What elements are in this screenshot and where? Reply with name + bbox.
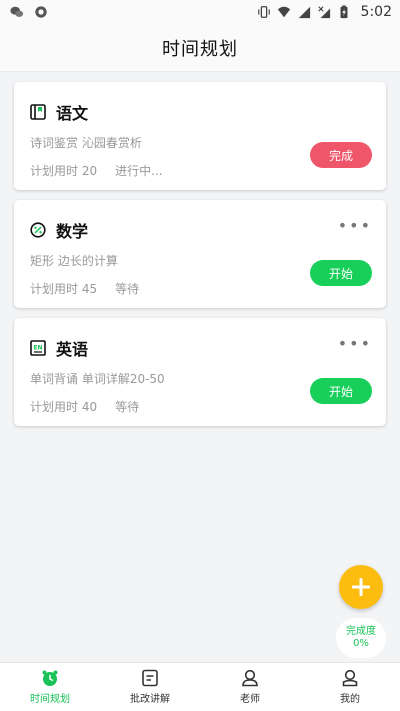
status-time: 5:02 — [360, 4, 392, 20]
subject-row: 语文 — [30, 100, 88, 124]
tab-label: 老师 — [240, 694, 260, 705]
task-status: 等待 — [115, 282, 140, 296]
task-meta: 计划用时 20 进行中... — [30, 162, 163, 179]
app-header: 时间规划 — [0, 24, 400, 72]
tab-label: 时间规划 — [30, 694, 70, 705]
bottom-tab-bar: 时间规划 批改讲解 老师 我的 — [0, 662, 400, 711]
task-status: 进行中... — [115, 164, 163, 178]
svg-text:EN: EN — [33, 345, 42, 352]
tab-label: 批改讲解 — [130, 694, 170, 705]
tab-mine[interactable]: 我的 — [300, 663, 400, 711]
subject-name: 数学 — [56, 222, 89, 241]
book-icon — [30, 104, 46, 120]
tab-grading[interactable]: 批改讲解 — [100, 663, 200, 711]
vibrate-icon — [257, 6, 270, 18]
user-icon — [342, 669, 358, 687]
task-card-math[interactable]: 数学 ••• 矩形 边长的计算 计划用时 45 等待 开始 — [14, 200, 386, 308]
circle-app-icon — [35, 6, 47, 18]
planned-time: 计划用时 40 — [30, 400, 98, 414]
more-options-icon[interactable]: ••• — [338, 218, 372, 234]
progress-label: 完成度 — [346, 626, 376, 637]
plus-icon — [352, 578, 370, 596]
document-icon — [142, 669, 158, 687]
subject-name: 英语 — [56, 340, 89, 359]
task-description: 单词背诵 单词详解20-50 — [30, 372, 165, 386]
planned-time: 计划用时 45 — [30, 282, 98, 296]
task-meta: 计划用时 40 等待 — [30, 398, 139, 415]
status-bar: 5:02 — [0, 0, 400, 24]
progress-value: 0% — [353, 638, 369, 649]
en-icon: EN — [30, 340, 46, 356]
wechat-icon — [10, 6, 24, 17]
task-description: 诗词鉴赏 沁园春赏析 — [30, 136, 142, 150]
signal-off-icon — [317, 6, 330, 19]
task-description: 矩形 边长的计算 — [30, 254, 118, 268]
task-list: 语文 诗词鉴赏 沁园春赏析 计划用时 20 进行中... 完成 数学 ••• 矩… — [14, 82, 386, 436]
planned-time: 计划用时 20 — [30, 164, 98, 178]
add-task-button[interactable] — [339, 565, 383, 609]
task-card-chinese[interactable]: 语文 诗词鉴赏 沁园春赏析 计划用时 20 进行中... 完成 — [14, 82, 386, 190]
page-title: 时间规划 — [162, 38, 238, 60]
completion-progress: 完成度 0% — [336, 618, 386, 658]
subject-row: 数学 — [30, 218, 88, 242]
more-options-icon[interactable]: ••• — [338, 336, 372, 352]
tab-time-plan[interactable]: 时间规划 — [0, 663, 100, 711]
task-card-english[interactable]: EN 英语 ••• 单词背诵 单词详解20-50 计划用时 40 等待 开始 — [14, 318, 386, 426]
percent-icon — [30, 222, 46, 238]
start-button[interactable]: 开始 — [310, 260, 372, 286]
task-meta: 计划用时 45 等待 — [30, 280, 139, 297]
signal-icon — [298, 6, 310, 19]
task-status: 等待 — [115, 400, 140, 414]
subject-name: 语文 — [56, 104, 89, 123]
wifi-icon — [277, 6, 290, 18]
alarm-clock-icon — [42, 670, 58, 686]
complete-button[interactable]: 完成 — [310, 142, 372, 168]
subject-row: EN 英语 — [30, 336, 88, 360]
tab-label: 我的 — [340, 694, 360, 705]
teacher-icon — [242, 669, 258, 687]
start-button[interactable]: 开始 — [310, 378, 372, 404]
battery-icon — [340, 5, 348, 19]
tab-teacher[interactable]: 老师 — [200, 663, 300, 711]
